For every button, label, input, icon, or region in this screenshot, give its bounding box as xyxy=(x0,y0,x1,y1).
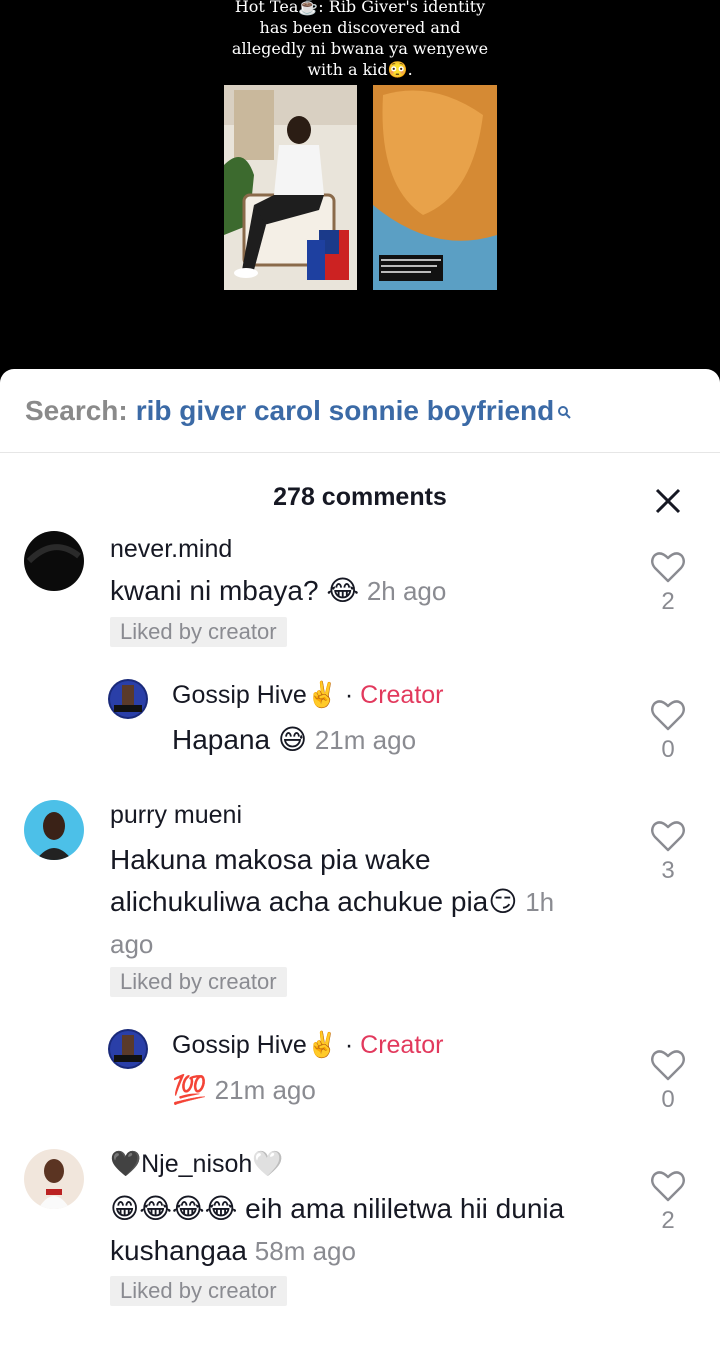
comment-text: 😁😂😂😂 eih ama nililetwa hii dunia kushang… xyxy=(110,1188,640,1272)
like-count: 3 xyxy=(661,857,675,884)
comment-text: Hapana 😅 21m ago xyxy=(172,719,416,761)
comment-username[interactable]: 🖤Nje_nisoh🤍 xyxy=(110,1150,283,1179)
avatar[interactable] xyxy=(108,679,148,719)
caption-line: has been discovered and xyxy=(259,18,461,37)
comment-username[interactable]: purry mueni xyxy=(110,801,242,830)
comment-text: Hakuna makosa pia wake alichukuliwa acha… xyxy=(110,839,630,965)
heart-icon xyxy=(651,552,685,583)
creator-badge: Creator xyxy=(360,681,444,709)
video-player[interactable]: Hot Tea☕: Rib Giver's identity has been … xyxy=(0,0,720,380)
related-search-bar[interactable]: Search: rib giver carol sonnie boyfriend xyxy=(0,369,720,453)
comments-sheet: Search: rib giver carol sonnie boyfriend… xyxy=(0,369,720,1352)
close-icon[interactable] xyxy=(650,483,686,519)
like-count: 2 xyxy=(661,588,675,615)
reply-username[interactable]: Gossip Hive✌️ xyxy=(172,681,338,709)
liked-by-creator-badge: Liked by creator xyxy=(110,967,287,997)
comment-username[interactable]: never.mind xyxy=(110,535,232,564)
comment-time: ago xyxy=(110,929,154,959)
video-caption: Hot Tea☕: Rib Giver's identity has been … xyxy=(210,0,510,80)
search-query-link[interactable]: rib giver carol sonnie boyfriend xyxy=(136,395,555,427)
comment-time: 21m ago xyxy=(214,1075,316,1105)
comment-body: kushangaa xyxy=(110,1235,248,1266)
comment-time: 2h ago xyxy=(366,576,447,606)
like-count: 2 xyxy=(661,1207,675,1234)
video-photo-man-seated xyxy=(224,85,357,290)
heart-icon xyxy=(651,1171,685,1202)
caption-line: Hot Tea☕: Rib Giver's identity xyxy=(234,0,486,16)
comment-body: 💯 xyxy=(172,1073,207,1106)
reply-username[interactable]: Gossip Hive✌️ xyxy=(172,1031,338,1059)
liked-by-creator-badge: Liked by creator xyxy=(110,617,287,647)
comment-username[interactable]: Gossip Hive✌️ · Creator xyxy=(172,1031,444,1060)
avatar[interactable] xyxy=(24,800,84,860)
like-button[interactable]: 0 xyxy=(648,698,688,764)
avatar[interactable] xyxy=(108,1029,148,1069)
comments-count: 278 comments xyxy=(273,483,447,511)
video-photo-orange-object xyxy=(373,85,497,290)
like-count: 0 xyxy=(661,736,675,763)
comment-body-line: Hakuna makosa pia wake xyxy=(110,844,431,875)
comment-text: kwani ni mbaya? 😂 2h ago xyxy=(110,570,446,612)
creator-badge: Creator xyxy=(360,1031,444,1059)
comment-time: 1h xyxy=(525,887,555,917)
comment-time: 58m ago xyxy=(254,1236,356,1266)
caption-line: with a kid😳. xyxy=(307,60,413,79)
search-prefix: Search: xyxy=(25,394,128,426)
comment-body-line: alichukuliwa acha achukue pia😏 1h xyxy=(110,881,630,923)
avatar[interactable] xyxy=(24,1149,84,1209)
like-button[interactable]: 2 xyxy=(648,550,688,616)
comment-body-line: 😁😂😂😂 eih ama nililetwa hii dunia xyxy=(110,1193,565,1224)
caption-line: allegedly ni bwana ya wenyewe xyxy=(231,39,489,58)
heart-icon xyxy=(651,700,685,731)
like-button[interactable]: 0 xyxy=(648,1048,688,1114)
heart-icon xyxy=(651,821,685,852)
comment-body: kwani ni mbaya? 😂 xyxy=(110,575,360,606)
liked-by-creator-badge: Liked by creator xyxy=(110,1276,287,1306)
like-count: 0 xyxy=(661,1086,675,1113)
avatar[interactable] xyxy=(24,531,84,591)
search-icon xyxy=(557,394,571,419)
heart-icon xyxy=(651,1050,685,1081)
like-button[interactable]: 3 xyxy=(648,819,688,885)
comment-body: Hapana 😅 xyxy=(172,724,308,755)
comment-username[interactable]: Gossip Hive✌️ · Creator xyxy=(172,681,444,710)
comment-body: alichukuliwa acha achukue pia😏 xyxy=(110,886,518,917)
comment-time: 21m ago xyxy=(314,725,417,755)
comment-body-line: kushangaa 58m ago xyxy=(110,1230,640,1272)
like-button[interactable]: 2 xyxy=(648,1169,688,1235)
comment-text: 💯 21m ago xyxy=(172,1069,316,1111)
